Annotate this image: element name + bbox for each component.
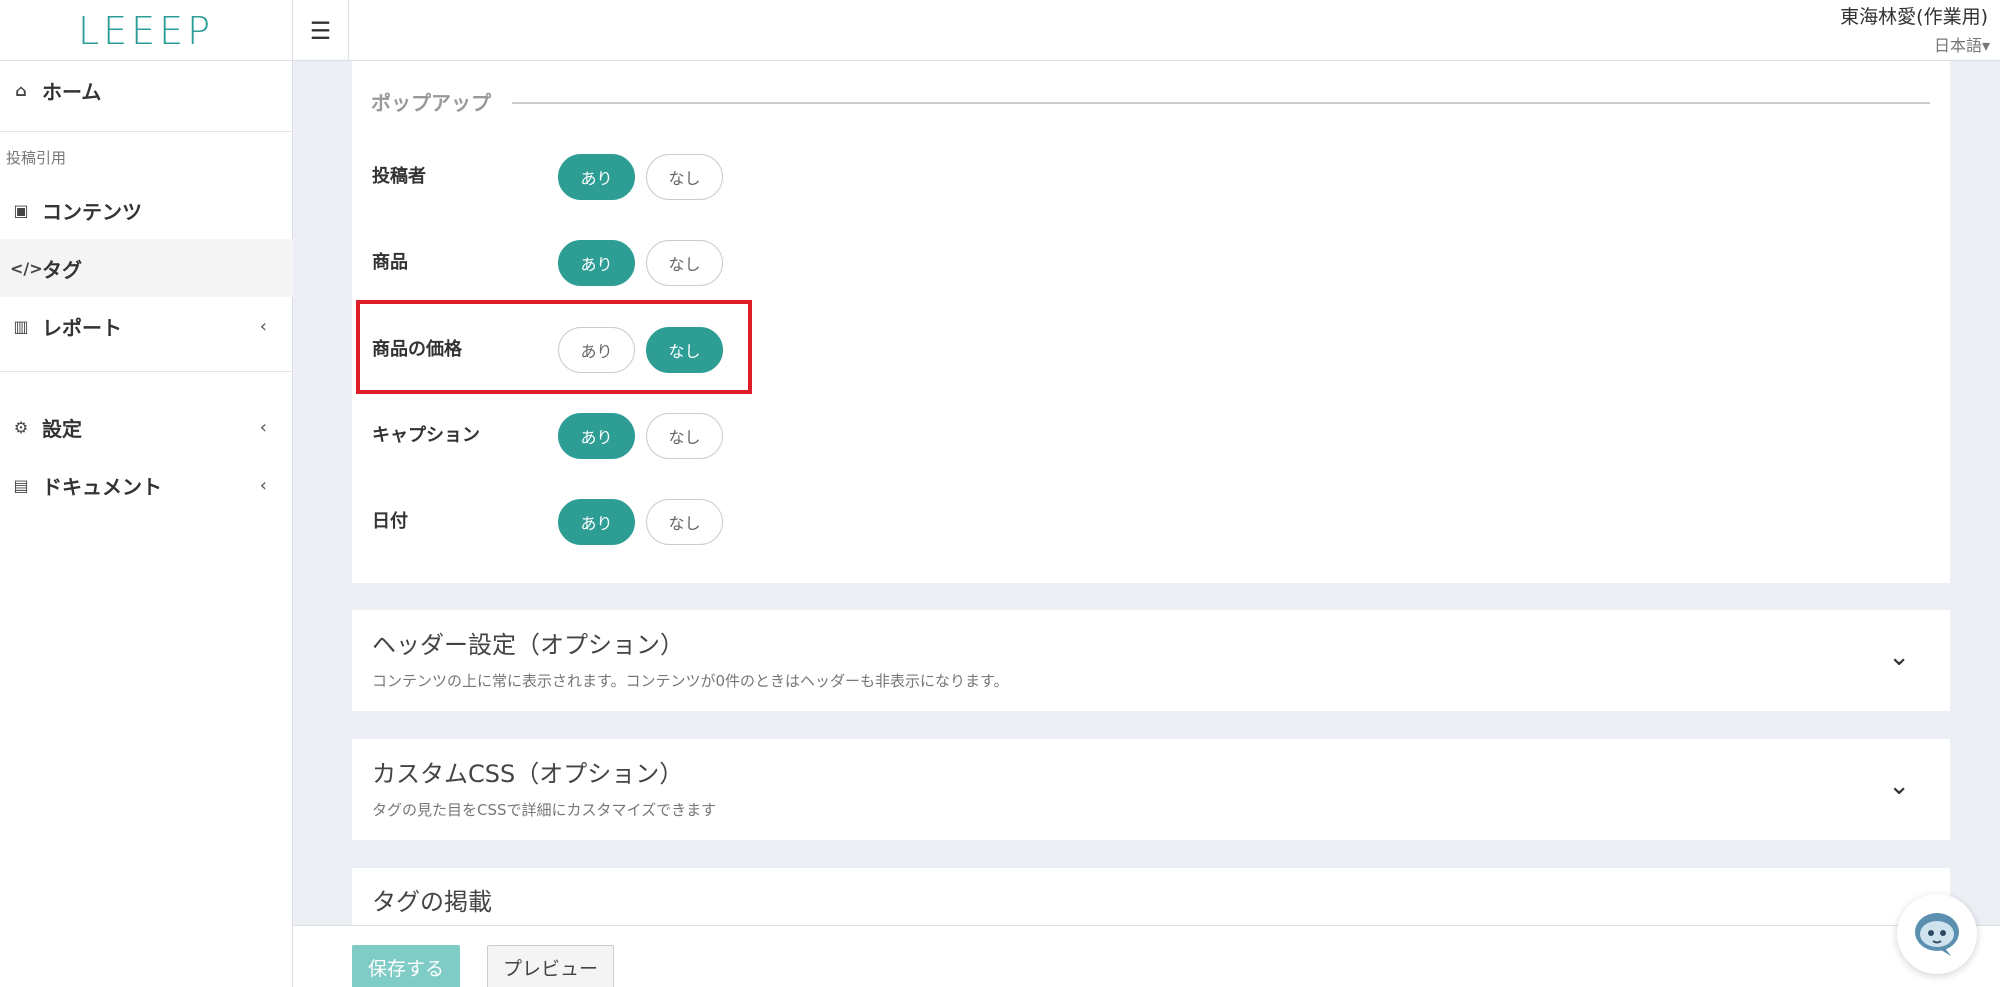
custom-css-card[interactable]: カスタムCSS（オプション） タグの見た目をCSSで詳細にカスタマイズできます … xyxy=(352,739,1950,840)
card-title: ヘッダー設定（オプション） xyxy=(372,631,684,659)
footer-bar: 保存する プレビュー xyxy=(293,925,2000,987)
product-off-button[interactable]: なし xyxy=(646,240,723,286)
sidebar-item-settings[interactable]: ⚙ 設定 ‹ xyxy=(0,398,293,456)
sidebar-item-label: レポート xyxy=(42,315,122,340)
sidebar-item-label: コンテンツ xyxy=(42,199,142,224)
bar-chart-icon: ▥ xyxy=(13,316,29,336)
home-icon: ⌂ xyxy=(15,80,27,100)
sidebar-item-label: ホーム xyxy=(42,79,102,104)
chat-widget-button[interactable] xyxy=(1897,894,1977,974)
chevron-down-icon[interactable]: ⌄ xyxy=(1888,771,1910,801)
card-subtitle: タグの見た目をCSSで詳細にカスタマイズできます xyxy=(372,801,717,819)
gear-icon: ⚙ xyxy=(13,417,29,437)
author-on-button[interactable]: あり xyxy=(558,154,635,200)
sidebar-item-reports[interactable]: ▥ レポート ‹ xyxy=(0,297,293,355)
author-off-button[interactable]: なし xyxy=(646,154,723,200)
row-label-date: 日付 xyxy=(372,511,408,532)
date-on-button[interactable]: あり xyxy=(558,499,635,545)
logo-area[interactable]: LEEEP xyxy=(0,0,293,61)
caption-off-button[interactable]: なし xyxy=(646,413,723,459)
save-button[interactable]: 保存する xyxy=(352,945,460,987)
sidebar: ⌂ ホーム 投稿引用 ▣ コンテンツ </> タグ ▥ レポート ‹ ⚙ 設定 … xyxy=(0,61,293,987)
sidebar-section-title: 投稿引用 xyxy=(6,149,67,167)
image-icon: ▣ xyxy=(13,200,29,220)
user-name[interactable]: 東海林愛(作業用) xyxy=(1840,2,1988,29)
chevron-down-icon[interactable]: ⌄ xyxy=(1888,642,1910,672)
card-title: タグの掲載 xyxy=(372,888,492,916)
product-on-button[interactable]: あり xyxy=(558,240,635,286)
card-title: カスタムCSS（オプション） xyxy=(372,760,684,788)
chevron-left-icon: ‹ xyxy=(259,416,267,438)
row-label-caption: キャプション xyxy=(372,425,480,446)
tag-embed-card[interactable]: タグの掲載 xyxy=(352,868,1950,928)
hamburger-icon: ☰ xyxy=(309,16,332,45)
date-off-button[interactable]: なし xyxy=(646,499,723,545)
sidebar-item-label: 設定 xyxy=(42,416,82,441)
row-label-product: 商品 xyxy=(372,252,408,273)
row-label-author: 投稿者 xyxy=(372,166,426,187)
chat-bot-icon xyxy=(1915,913,1959,956)
caption-on-button[interactable]: あり xyxy=(558,413,635,459)
legend-line xyxy=(512,102,1930,104)
sidebar-item-label: タグ xyxy=(42,257,82,282)
language-dropdown[interactable]: 日本語▾ xyxy=(1934,32,1990,56)
top-bar: LEEEP ☰ 東海林愛(作業用) 日本語▾ xyxy=(0,0,2000,61)
sidebar-item-documents[interactable]: ▤ ドキュメント ‹ xyxy=(0,456,293,514)
header-settings-card[interactable]: ヘッダー設定（オプション） コンテンツの上に常に表示されます。コンテンツが0件の… xyxy=(352,610,1950,711)
preview-button[interactable]: プレビュー xyxy=(487,945,614,987)
sidebar-item-label: ドキュメント xyxy=(42,474,162,499)
chevron-left-icon: ‹ xyxy=(259,315,267,337)
code-icon: </> xyxy=(10,258,43,278)
sidebar-item-contents[interactable]: ▣ コンテンツ xyxy=(0,181,293,239)
divider xyxy=(0,371,293,372)
document-icon: ▤ xyxy=(13,475,29,495)
sidebar-item-home[interactable]: ⌂ ホーム xyxy=(0,61,293,119)
section-legend: ポップアップ xyxy=(371,87,507,116)
highlight-box xyxy=(356,300,752,394)
menu-toggle-button[interactable]: ☰ xyxy=(293,0,349,61)
card-subtitle: コンテンツの上に常に表示されます。コンテンツが0件のときはヘッダーも非表示になり… xyxy=(372,672,1009,690)
chevron-left-icon: ‹ xyxy=(259,474,267,496)
app-logo[interactable]: LEEEP xyxy=(78,9,214,53)
sidebar-item-tags[interactable]: </> タグ xyxy=(0,239,293,297)
divider xyxy=(0,131,293,132)
